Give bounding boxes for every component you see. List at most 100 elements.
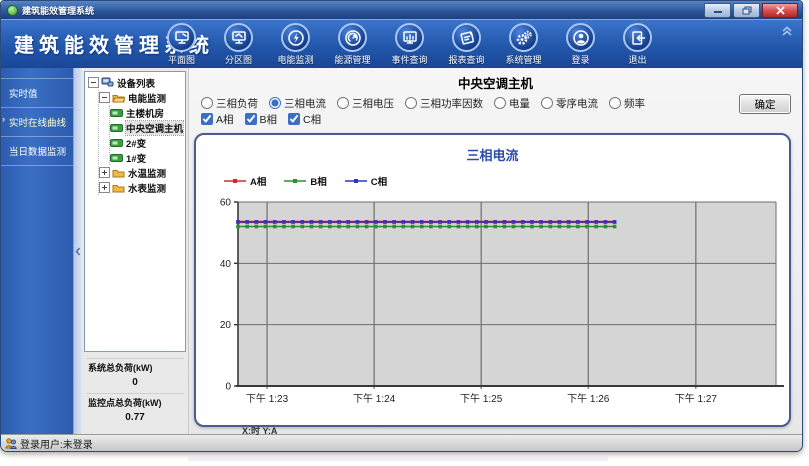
app-icon [7,4,18,16]
collapse-expander-icon[interactable] [99,92,110,103]
tree-node-water-meter[interactable]: 水表监测 [99,180,185,195]
user-icon [572,29,589,46]
minimize-icon [713,10,722,13]
svg-text:0: 0 [225,382,231,393]
chart-panel: 三相电流 A相 B相 C相 0 20 40 60 下午 1:23 下午 1:24 下午 1:… [194,133,791,436]
meter-device-icon [110,153,123,162]
device-panel: 设备列表 电能监测 主楼机房 中央空调主机 2#变 1#变 水温监测 水表监测 … [82,68,189,434]
toolbar-item-zonemap[interactable]: 分区图 [210,22,267,66]
app-window: 建筑能效管理系统 建筑能效管理系统 平面图 分区图 电能监测 能源管理 事件查询… [0,0,803,452]
restore-icon [742,6,751,14]
chart-legend: A相 B相 C相 [224,174,787,188]
nav-item-today-data[interactable]: 当日数据监测 [1,137,73,166]
window-title: 建筑能效管理系统 [22,5,95,16]
svg-text:下午 1:23: 下午 1:23 [246,392,289,405]
close-icon [775,5,785,15]
meter-device-icon [110,108,123,117]
power-bolt-icon [287,29,304,46]
legend-item-phase-a: A相 [224,174,266,188]
svg-text:40: 40 [220,259,232,270]
radio-frequency[interactable]: 频率 [609,96,645,111]
login-user-status-icon [5,437,17,449]
chart-plot: 0 20 40 60 下午 1:23 下午 1:24 下午 1:25 下午 1:26 下午 1:… [220,198,784,405]
restore-button[interactable] [733,2,760,18]
tree-node-water-temp[interactable]: 水温监测 [99,165,185,180]
tree-node-power-monitoring[interactable]: 电能监测 [99,90,185,105]
phase-checkbox-group: A相 B相 C相 [201,111,802,127]
radio-three-phase-voltage[interactable]: 三相电压 [337,96,394,111]
checkbox-phase-a[interactable]: A相 [201,112,234,127]
legend-item-phase-b: B相 [284,174,327,188]
chart-title: 三相电流 [466,148,519,163]
toolbar-item-power-monitoring[interactable]: 电能监测 [267,22,324,66]
expand-expander-icon[interactable] [99,167,110,178]
zone-monitor-icon [231,30,246,44]
exit-door-icon [631,30,645,45]
line-marker-swatch-icon [344,179,367,183]
svg-text:下午 1:26: 下午 1:26 [567,392,610,405]
toolbar: 平面图 分区图 电能监测 能源管理 事件查询 报表查询 系统管理 登录 退出 [153,22,666,66]
tree-root[interactable]: 设备列表 [88,75,185,90]
load-summary: 系统总负荷(kW) 0 监控点总负荷(kW) 0.77 [82,354,188,434]
radio-three-phase-load[interactable]: 三相负荷 [201,96,258,111]
content-area: 中央空调主机 三相负荷 三相电流 三相电压 三相功率因数 电量 零序电流 频率 … [189,68,802,436]
system-total-load-label: 系统总负荷(kW) [86,358,184,377]
collapse-expander-icon[interactable] [88,77,99,88]
svg-text:下午 1:25: 下午 1:25 [460,392,503,405]
nav-item-realtime-curve[interactable]: 实时在线曲线 [1,108,73,137]
meter-device-icon [110,123,123,132]
device-title: 中央空调主机 [457,77,533,91]
floorplan-monitor-icon [174,30,189,44]
toolbar-item-login[interactable]: 登录 [552,22,609,66]
meter-device-icon [110,138,123,147]
system-total-load-value: 0 [132,377,138,388]
checkbox-phase-b[interactable]: B相 [244,112,277,127]
tree-leaf-transformer-2[interactable]: 2#变 [110,135,185,150]
radio-zero-sequence-current[interactable]: 零序电流 [541,96,598,111]
svg-text:60: 60 [220,198,232,209]
tree-leaf-main-building-room[interactable]: 主楼机房 [110,105,185,120]
measurement-radio-group: 三相负荷 三相电流 三相电压 三相功率因数 电量 零序电流 频率 [201,95,802,111]
app-header: 建筑能效管理系统 平面图 分区图 电能监测 能源管理 事件查询 报表查询 系统管… [1,19,802,68]
device-list-icon [101,77,114,87]
collapse-header-chevron-icon[interactable] [780,24,794,42]
svg-text:下午 1:27: 下午 1:27 [675,392,718,405]
radio-power-factor[interactable]: 三相功率因数 [405,96,483,111]
panel-collapse-handle[interactable] [73,68,82,434]
gears-icon [516,30,532,45]
monitor-total-load-label: 监控点总负荷(kW) [86,393,184,412]
close-button[interactable] [762,2,798,18]
minimize-button[interactable] [704,2,731,18]
toolbar-item-report-query[interactable]: 报表查询 [438,22,495,66]
toolbar-item-energy-management[interactable]: 能源管理 [324,22,381,66]
window-titlebar[interactable]: 建筑能效管理系统 [1,1,802,19]
report-pencil-icon [459,30,474,45]
line-marker-swatch-icon [224,179,246,183]
checkbox-phase-c[interactable]: C相 [288,112,321,127]
tree-leaf-transformer-1[interactable]: 1#变 [110,150,185,165]
device-tree: 设备列表 电能监测 主楼机房 中央空调主机 2#变 1#变 水温监测 水表监测 [84,71,186,352]
radio-energy[interactable]: 电量 [494,96,530,111]
left-nav: 实时值 实时在线曲线 当日数据监测 [1,68,73,434]
nav-item-realtime-value[interactable]: 实时值 [1,78,73,108]
axis-note: X:时 Y:A [242,426,278,436]
radio-three-phase-current[interactable]: 三相电流 [269,96,326,111]
svg-text:20: 20 [220,320,232,331]
line-marker-swatch-icon [284,179,307,183]
folder-open-icon [112,94,125,102]
confirm-button[interactable]: 确定 [739,94,791,114]
toolbar-item-system-management[interactable]: 系统管理 [495,22,552,66]
folder-icon [112,169,125,177]
legend-item-phase-c: C相 [344,174,387,188]
monitor-total-load-value: 0.77 [125,412,145,423]
folder-icon [112,184,125,192]
toolbar-item-floorplan[interactable]: 平面图 [153,22,210,66]
expand-expander-icon[interactable] [99,182,110,193]
toolbar-item-event-query[interactable]: 事件查询 [381,22,438,66]
taskbar-remnant [188,455,608,461]
status-text: 登录用户:未登录 [20,439,93,451]
tree-leaf-central-ac-host[interactable]: 中央空调主机 [110,119,185,136]
energy-gauge-icon [344,29,361,46]
toolbar-item-exit[interactable]: 退出 [609,22,666,66]
event-monitor-icon [402,30,417,44]
